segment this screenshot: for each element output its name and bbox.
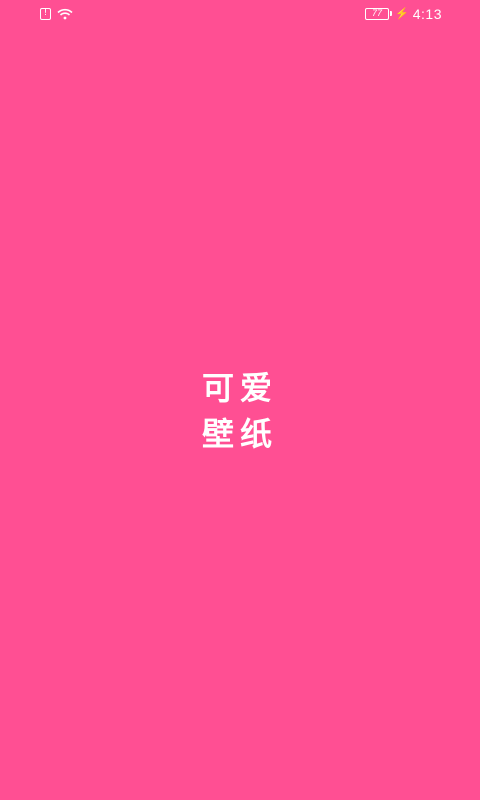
splash-logo: 可爱 壁纸 [0, 365, 480, 457]
battery-icon: 77 [365, 8, 393, 20]
status-bar: ! 77 ⚡ 4:13 [0, 0, 480, 28]
battery-level: 77 [372, 8, 383, 18]
wifi-icon [57, 8, 73, 20]
splash-title-line2: 壁纸 [201, 415, 278, 453]
status-bar-left: ! [40, 8, 73, 20]
charging-icon: ⚡ [395, 8, 409, 20]
clock-time: 4:13 [412, 6, 442, 22]
sim-icon: ! [40, 8, 51, 20]
status-bar-right: 77 ⚡ 4:13 [365, 6, 442, 22]
splash-title-line1: 可爱 [201, 369, 278, 407]
